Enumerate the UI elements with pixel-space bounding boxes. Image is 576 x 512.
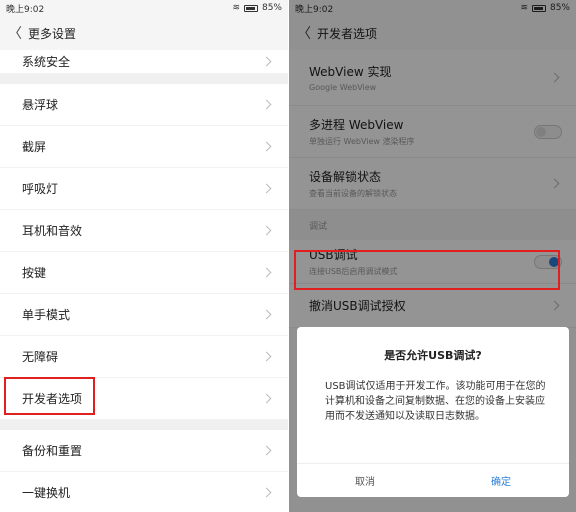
usb-debugging-dialog: 是否允许USB调试? USB调试仅适用于开发工作。该功能可用于在您的计算机和设备… (297, 327, 569, 497)
title-bar: 〈 更多设置 (0, 16, 288, 50)
dialog-buttons: 取消 确定 (297, 463, 569, 497)
settings-item-label: 耳机和音效 (22, 224, 83, 238)
settings-item-phone-clone[interactable]: 一键换机 (0, 472, 288, 512)
settings-item-label: 一键换机 (22, 486, 71, 500)
status-bar: 晚上9:02 ≋ 85% (0, 0, 288, 16)
chevron-right-icon (261, 309, 272, 320)
settings-item-label: 截屏 (22, 140, 47, 154)
chevron-right-icon (261, 351, 272, 362)
battery-icon (243, 4, 258, 12)
settings-item-label: 无障碍 (22, 350, 59, 364)
confirm-button[interactable]: 确定 (433, 464, 569, 497)
divider (0, 420, 288, 430)
settings-item-backup-reset[interactable]: 备份和重置 (0, 430, 288, 472)
chevron-right-icon (261, 183, 272, 194)
settings-item-breathing-light[interactable]: 呼吸灯 (0, 168, 288, 210)
settings-item-security[interactable]: 系统安全 (0, 50, 288, 74)
chevron-right-icon (261, 445, 272, 456)
settings-group-bottom: 备份和重置 一键换机 (0, 430, 288, 512)
dialog-title: 是否允许USB调试? (384, 349, 482, 362)
settings-item-floating-ball[interactable]: 悬浮球 (0, 84, 288, 126)
developer-options-screen: 晚上9:02 ≋ 85% 〈 开发者选项 WebView 实现 Google We… (289, 0, 576, 512)
status-icons: ≋ 85% (232, 3, 282, 13)
settings-item-buttons[interactable]: 按键 (0, 252, 288, 294)
back-arrow-icon[interactable]: 〈 (8, 23, 28, 43)
chevron-right-icon (261, 141, 272, 152)
settings-item-label: 呼吸灯 (22, 182, 59, 196)
settings-item-label: 按键 (22, 266, 47, 280)
chevron-right-icon (261, 487, 272, 498)
chevron-right-icon (261, 56, 272, 67)
cancel-button[interactable]: 取消 (297, 464, 433, 497)
settings-group-top: 系统安全 (0, 50, 288, 74)
developer-options-highlight (4, 377, 95, 415)
chevron-right-icon (261, 267, 272, 278)
divider (0, 74, 288, 84)
chevron-right-icon (261, 225, 272, 236)
battery-level: 85% (261, 3, 282, 13)
more-settings-screen: 晚上9:02 ≋ 85% 〈 更多设置 系统安全 悬浮球 截屏 呼吸灯 耳机和音… (0, 0, 288, 512)
chevron-right-icon (261, 99, 272, 110)
settings-item-accessibility[interactable]: 无障碍 (0, 336, 288, 378)
settings-item-one-hand[interactable]: 单手模式 (0, 294, 288, 336)
page-title: 更多设置 (28, 26, 77, 41)
settings-item-label: 单手模式 (22, 308, 71, 322)
usb-debugging-highlight (294, 250, 560, 290)
settings-item-label: 备份和重置 (22, 444, 83, 458)
settings-item-screenshot[interactable]: 截屏 (0, 126, 288, 168)
dialog-message: USB调试仅适用于开发工作。该功能可用于在您的计算机和设备之间复制数据、在您的设… (325, 381, 546, 422)
settings-item-label: 系统安全 (22, 55, 71, 69)
status-time: 晚上9:02 (6, 4, 45, 15)
settings-item-label: 悬浮球 (22, 98, 59, 112)
settings-item-headphones[interactable]: 耳机和音效 (0, 210, 288, 252)
chevron-right-icon (261, 393, 272, 404)
wifi-icon: ≋ (232, 3, 240, 13)
settings-group-main: 悬浮球 截屏 呼吸灯 耳机和音效 按键 单手模式 无障碍 开发者选项 (0, 84, 288, 420)
